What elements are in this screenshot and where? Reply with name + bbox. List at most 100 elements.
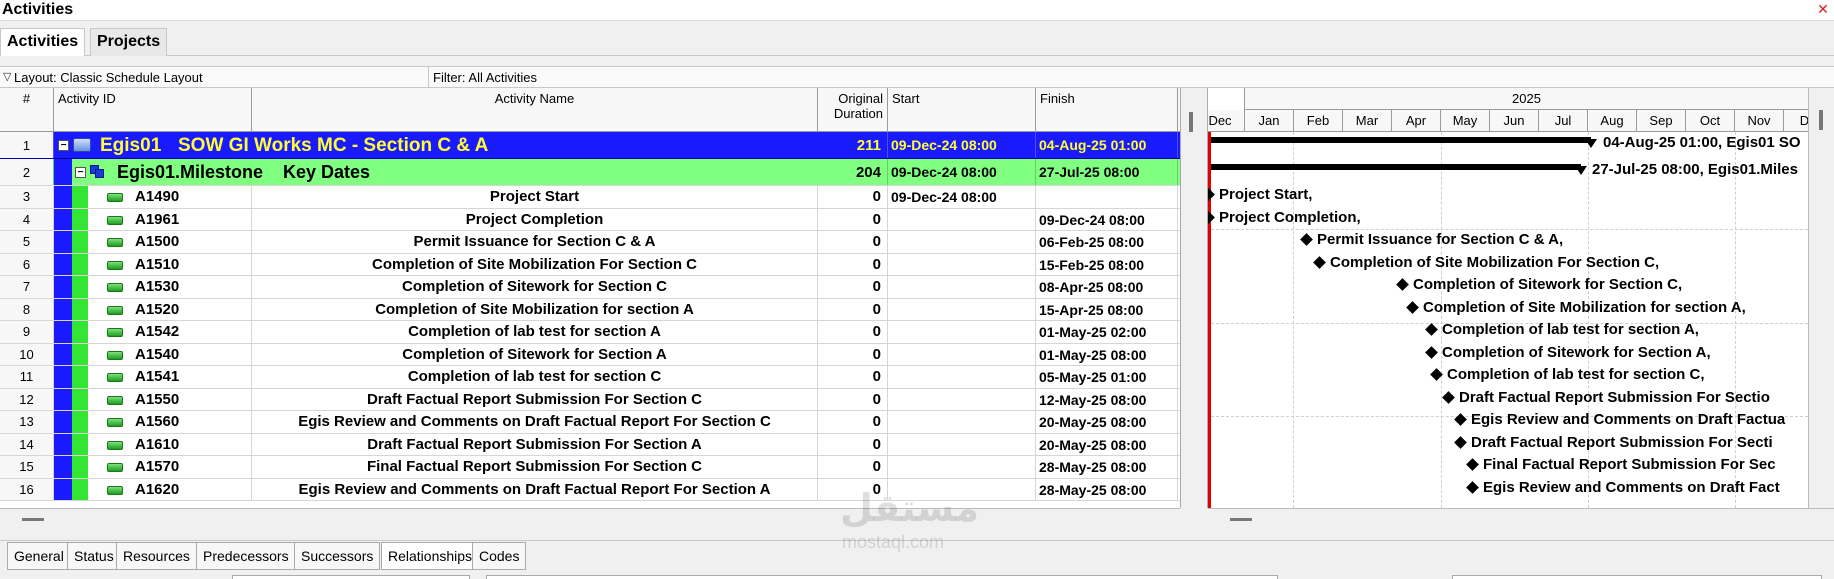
tab-activities[interactable]: Activities <box>0 28 86 56</box>
activity-finish[interactable]: 20-May-25 08:00 <box>1036 433 1178 455</box>
wbs-row[interactable]: 2 − Egis01.Milestone Key Dates 204 09-De… <box>0 159 1180 186</box>
table-row[interactable]: 4 A1961 Project Completion 0 09-Dec-24 08:00 <box>0 208 1180 231</box>
activity-name[interactable]: Completion of Site Mobilization for sect… <box>252 298 818 320</box>
wbs-row[interactable]: 1 − Egis01 SOW GI Works MC - Section C &… <box>0 132 1180 159</box>
activity-finish[interactable]: 01-May-25 02:00 <box>1036 321 1178 343</box>
activity-name[interactable]: Completion of lab test for section A <box>252 321 818 343</box>
activity-id[interactable]: A1560 <box>88 411 252 433</box>
gantt-horizontal-scrollbar[interactable] <box>1208 508 1834 528</box>
activity-name[interactable]: Project Start <box>252 186 818 208</box>
activity-finish[interactable] <box>1036 186 1178 208</box>
table-row[interactable]: 6 A1510 Completion of Site Mobilization Fo… <box>0 253 1180 276</box>
table-row[interactable]: 11 A1541 Completion of lab test for sectio… <box>0 366 1180 389</box>
activity-duration[interactable]: 0 <box>818 231 888 253</box>
table-row[interactable]: 16 A1620 Egis Review and Comments on Draft… <box>0 478 1180 501</box>
table-row[interactable]: 14 A1610 Draft Factual Report Submission F… <box>0 433 1180 456</box>
activity-duration[interactable]: 0 <box>818 253 888 275</box>
activity-id[interactable]: A1500 <box>88 231 252 253</box>
activity-start[interactable] <box>888 456 1036 478</box>
table-row[interactable]: 12 A1550 Draft Factual Report Submission F… <box>0 388 1180 411</box>
col-original-duration[interactable]: Original Duration <box>818 88 888 132</box>
activity-finish[interactable]: 09-Dec-24 08:00 <box>1036 208 1178 230</box>
activity-name[interactable]: Completion of Sitework for Section A <box>252 343 818 365</box>
table-row[interactable]: 15 A1570 Final Factual Report Submission F… <box>0 456 1180 479</box>
activity-name[interactable]: Egis Review and Comments on Draft Factua… <box>252 478 818 500</box>
col-num[interactable]: # <box>0 88 54 132</box>
activity-start[interactable] <box>888 433 1036 455</box>
activity-id[interactable]: A1510 <box>88 253 252 275</box>
activity-duration[interactable]: 0 <box>818 276 888 298</box>
activity-name[interactable]: Permit Issuance for Section C & A <box>252 231 818 253</box>
activity-id[interactable]: A1961 <box>88 208 252 230</box>
tab-codes[interactable]: Codes <box>472 542 527 570</box>
activity-id[interactable]: A1610 <box>88 433 252 455</box>
activity-duration[interactable]: 0 <box>818 456 888 478</box>
tab-predecessors[interactable]: Predecessors <box>196 542 296 570</box>
activity-finish[interactable]: 20-May-25 08:00 <box>1036 411 1178 433</box>
detail-field[interactable] <box>486 575 1278 579</box>
activity-id[interactable]: A1530 <box>88 276 252 298</box>
scrollbar-thumb[interactable] <box>1819 110 1823 130</box>
activity-finish[interactable]: 28-May-25 08:00 <box>1036 456 1178 478</box>
activity-duration[interactable]: 0 <box>818 208 888 230</box>
tab-status[interactable]: Status <box>67 542 121 570</box>
activity-duration[interactable]: 0 <box>818 298 888 320</box>
activity-duration[interactable]: 0 <box>818 433 888 455</box>
activity-name[interactable]: Draft Factual Report Submission For Sect… <box>252 433 818 455</box>
activity-finish[interactable]: 15-Feb-25 08:00 <box>1036 253 1178 275</box>
tab-general[interactable]: General <box>7 542 71 570</box>
activity-start[interactable] <box>888 411 1036 433</box>
activity-duration[interactable]: 0 <box>818 366 888 388</box>
collapse-icon[interactable]: − <box>58 140 69 151</box>
activity-start[interactable] <box>888 208 1036 230</box>
table-row[interactable]: 13 A1560 Egis Review and Comments on Draft… <box>0 411 1180 434</box>
activity-id[interactable]: A1540 <box>88 343 252 365</box>
activity-start[interactable] <box>888 276 1036 298</box>
col-start[interactable]: Start <box>888 88 1036 132</box>
activity-duration[interactable]: 0 <box>818 388 888 410</box>
table-row[interactable]: 5 A1500 Permit Issuance for Section C & A0… <box>0 231 1180 254</box>
collapse-icon[interactable]: − <box>75 167 86 178</box>
activity-finish[interactable]: 01-May-25 08:00 <box>1036 343 1178 365</box>
activity-finish[interactable]: 08-Apr-25 08:00 <box>1036 276 1178 298</box>
activity-start[interactable] <box>888 298 1036 320</box>
activity-duration[interactable]: 0 <box>818 411 888 433</box>
tab-successors[interactable]: Successors <box>294 542 381 570</box>
activity-name[interactable]: Egis Review and Comments on Draft Factua… <box>252 411 818 433</box>
scrollbar-thumb[interactable] <box>22 518 44 521</box>
table-row[interactable]: 10 A1540 Completion of Sitework for Sectio… <box>0 343 1180 366</box>
table-row[interactable]: 9 A1542 Completion of lab test for section… <box>0 321 1180 344</box>
col-activity-name[interactable]: Activity Name <box>252 88 818 132</box>
activity-start[interactable] <box>888 366 1036 388</box>
activity-id[interactable]: A1520 <box>88 298 252 320</box>
col-activity-id[interactable]: Activity ID <box>54 88 252 132</box>
activity-name[interactable]: Completion of Sitework for Section C <box>252 276 818 298</box>
activity-finish[interactable]: 12-May-25 08:00 <box>1036 388 1178 410</box>
activity-name[interactable]: Completion of lab test for section C <box>252 366 818 388</box>
gantt-vertical-scrollbar[interactable] <box>1808 88 1834 508</box>
filter-label[interactable]: Filter: All Activities <box>428 67 541 88</box>
activity-start[interactable] <box>888 321 1036 343</box>
activity-start[interactable]: 09-Dec-24 08:00 <box>888 186 1036 208</box>
activity-name[interactable]: Draft Factual Report Submission For Sect… <box>252 388 818 410</box>
activity-id[interactable]: A1620 <box>88 478 252 500</box>
chevron-down-icon[interactable]: ▽ <box>3 70 11 83</box>
tab-projects[interactable]: Projects <box>90 28 168 56</box>
activity-start[interactable] <box>888 343 1036 365</box>
scrollbar-thumb[interactable] <box>1230 518 1252 521</box>
activity-name[interactable]: Project Completion <box>252 208 818 230</box>
activity-duration[interactable]: 0 <box>818 321 888 343</box>
col-finish[interactable]: Finish <box>1036 88 1178 132</box>
activity-finish[interactable]: 15-Apr-25 08:00 <box>1036 298 1178 320</box>
activity-duration[interactable]: 0 <box>818 343 888 365</box>
activity-start[interactable] <box>888 388 1036 410</box>
detail-field[interactable] <box>1452 575 1822 579</box>
tab-resources[interactable]: Resources <box>116 542 197 570</box>
table-row[interactable]: 7 A1530 Completion of Sitework for Section… <box>0 276 1180 299</box>
activity-finish[interactable]: 06-Feb-25 08:00 <box>1036 231 1178 253</box>
activity-id[interactable]: A1570 <box>88 456 252 478</box>
pane-splitter[interactable] <box>1180 88 1208 508</box>
activity-finish[interactable]: 28-May-25 08:00 <box>1036 478 1178 500</box>
activity-start[interactable] <box>888 253 1036 275</box>
grid-scrollbar-thumb[interactable] <box>1189 112 1193 132</box>
